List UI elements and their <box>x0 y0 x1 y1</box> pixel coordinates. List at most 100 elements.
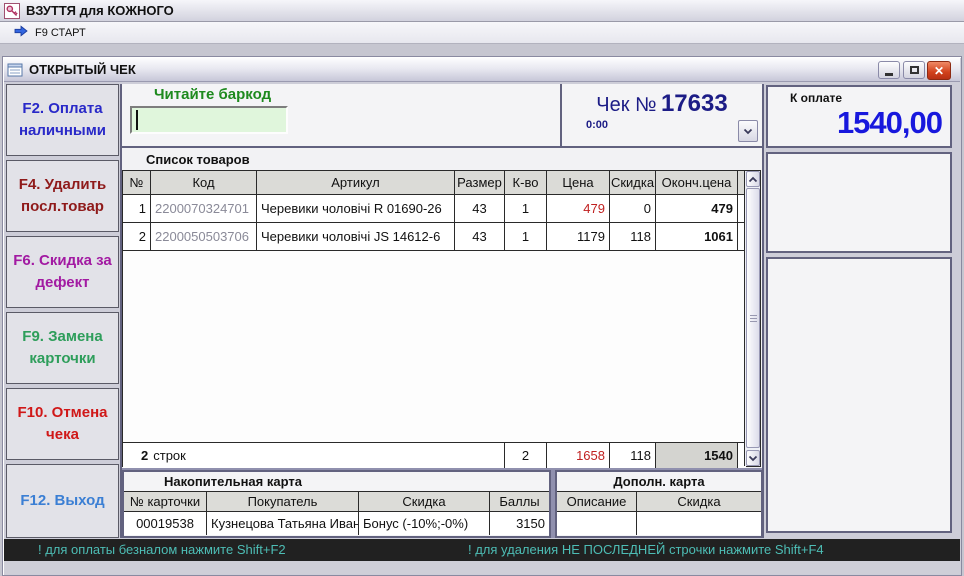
app-titlebar: ВЗУТТЯ для КОЖНОГО <box>0 0 964 22</box>
extra-card-row <box>557 512 761 535</box>
sidebar-button-f6-defect-discount[interactable]: F6. Скидка за дефект <box>6 236 119 308</box>
cell-qty: 1 <box>505 223 547 251</box>
cell-price: 479 <box>547 195 610 223</box>
table-row[interactable]: 1 2200070324701 Черевики чоловічі R 0169… <box>123 195 760 223</box>
totals-count: 2 <box>141 448 149 463</box>
payment-extra-panel <box>766 257 952 533</box>
sidebar-button-f2-pay-cash[interactable]: F2. Оплата наличными <box>6 84 119 156</box>
chevron-down-icon <box>748 455 758 461</box>
scroll-up-button[interactable] <box>746 171 760 187</box>
payment-detail-panel <box>766 152 952 253</box>
totals-price: 1658 <box>547 442 610 468</box>
description-value <box>557 512 637 535</box>
cards-section: Накопительная карта № карточки Покупател… <box>122 468 763 538</box>
cell-size: 43 <box>455 223 505 251</box>
points-value: 3150 <box>490 512 549 535</box>
col-header-extra-discount: Скидка <box>637 491 761 512</box>
close-button[interactable]: ✕ <box>927 61 951 80</box>
extra-card-title: Дополн. карта <box>613 474 705 489</box>
scrollbar-thumb[interactable] <box>746 188 760 448</box>
cell-price: 1179 <box>547 223 610 251</box>
loyalty-card-panel: Накопительная карта № карточки Покупател… <box>122 470 551 538</box>
col-header-num: № <box>123 171 151 195</box>
toolbar: F9 СТАРТ <box>0 22 964 44</box>
cell-code: 2200070324701 <box>151 195 257 223</box>
cell-size: 43 <box>455 195 505 223</box>
totals-final-price: 1540 <box>656 442 738 468</box>
col-header-size: Размер <box>455 171 505 195</box>
check-info-zone: Чек № 17633 0:00 <box>562 84 762 146</box>
items-section: Список товаров № Код Артикул Размер К-во… <box>122 148 762 468</box>
cell-discount: 0 <box>610 195 656 223</box>
card-discount-value: Бонус (-10%;-0%) <box>359 512 490 535</box>
extra-card-header: Описание Скидка <box>557 491 761 512</box>
cell-final-price: 479 <box>656 195 738 223</box>
items-table-header: № Код Артикул Размер К-во Цена Скидка Ок… <box>123 171 760 195</box>
to-pay-label: К оплате <box>790 91 843 105</box>
customer-name: Кузнецова Татьяна Иван <box>207 512 359 535</box>
col-header-final-price: Оконч.цена <box>656 171 738 195</box>
cell-discount: 118 <box>610 223 656 251</box>
form-icon <box>7 62 23 78</box>
col-header-card-number: № карточки <box>124 491 207 512</box>
app-key-icon <box>4 2 20 19</box>
col-header-discount: Скидка <box>610 171 656 195</box>
col-header-price: Цена <box>547 171 610 195</box>
loyalty-card-header: № карточки Покупатель Скидка Баллы <box>124 491 549 512</box>
barcode-section: Читайте баркод Чек № 17633 0:00 <box>122 84 762 148</box>
items-scrollbar[interactable] <box>744 171 760 466</box>
cell-qty: 1 <box>505 195 547 223</box>
cell-num: 2 <box>123 223 151 251</box>
barcode-label: Читайте баркод <box>154 86 272 103</box>
check-dropdown-button[interactable] <box>738 120 758 142</box>
totals-qty: 2 <box>505 442 547 468</box>
check-number-label: Чек № <box>596 94 657 116</box>
totals-count-label: строк <box>153 448 186 463</box>
table-empty-area <box>123 251 760 442</box>
window-bottom-frame <box>4 561 960 574</box>
card-number-value: 00019538 <box>124 512 207 535</box>
sidebar-button-f9-replace-card[interactable]: F9. Замена карточки <box>6 312 119 384</box>
cell-num: 1 <box>123 195 151 223</box>
check-window-title: ОТКРЫТЫЙ ЧЕК <box>29 62 136 77</box>
chevron-down-icon <box>743 128 753 134</box>
col-header-qty: К-во <box>505 171 547 195</box>
to-pay-panel: К оплате 1540,00 <box>766 85 952 148</box>
extra-card-panel: Дополн. карта Описание Скидка <box>555 470 763 538</box>
check-timer: 0:00 <box>586 119 609 131</box>
cell-article: Черевики чоловічі JS 14612-6 <box>257 223 455 251</box>
minimize-button[interactable] <box>878 61 900 79</box>
col-header-card-discount: Скидка <box>359 491 490 512</box>
cell-article: Черевики чоловічі R 01690-26 <box>257 195 455 223</box>
totals-discount: 118 <box>610 442 656 468</box>
col-header-description: Описание <box>557 491 637 512</box>
text-caret <box>136 110 138 130</box>
maximize-icon <box>909 66 919 74</box>
chevron-up-icon <box>748 176 758 182</box>
cell-final-price: 1061 <box>656 223 738 251</box>
close-icon: ✕ <box>933 63 945 78</box>
start-arrow-icon <box>14 24 28 42</box>
col-header-code: Код <box>151 171 257 195</box>
to-pay-amount: 1540,00 <box>836 105 943 140</box>
status-message-delete-row: ! для удаления НЕ ПОСЛЕДНЕЙ строчки нажм… <box>468 542 824 557</box>
check-window-titlebar: ОТКРЫТЫЙ ЧЕК <box>4 58 960 82</box>
items-table-title: Список товаров <box>146 152 250 167</box>
barcode-input[interactable] <box>130 106 288 134</box>
scroll-down-button[interactable] <box>746 450 760 466</box>
totals-rows-count: 2 строк <box>123 442 505 468</box>
maximize-button[interactable] <box>903 61 925 79</box>
cell-code: 2200050503706 <box>151 223 257 251</box>
table-row[interactable]: 2 2200050503706 Черевики чоловічі JS 146… <box>123 223 760 251</box>
minimize-icon <box>885 72 893 76</box>
sidebar-button-f4-delete-last[interactable]: F4. Удалить посл.товар <box>6 160 119 232</box>
extra-discount-value <box>637 512 761 535</box>
sidebar-button-f12-exit[interactable]: F12. Выход <box>6 464 119 538</box>
col-header-customer: Покупатель <box>207 491 359 512</box>
col-header-points: Баллы <box>490 491 549 512</box>
app-title: ВЗУТТЯ для КОЖНОГО <box>26 3 174 18</box>
f9-start-button[interactable]: F9 СТАРТ <box>35 27 86 39</box>
col-header-article: Артикул <box>257 171 455 195</box>
sidebar-button-f10-cancel-check[interactable]: F10. Отмена чека <box>6 388 119 460</box>
check-number-value: 17633 <box>660 90 728 117</box>
